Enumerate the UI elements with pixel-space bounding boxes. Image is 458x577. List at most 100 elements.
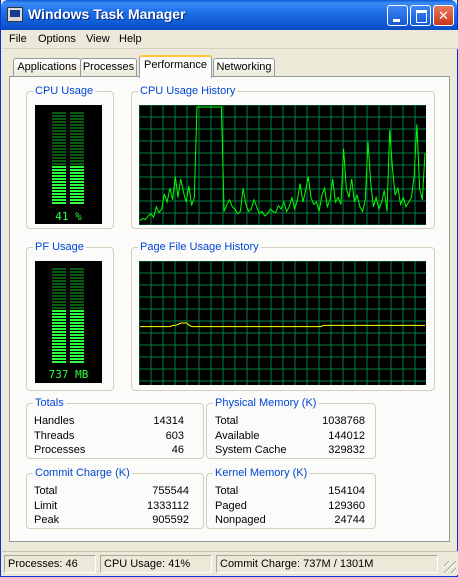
tab-performance[interactable]: Performance [139, 55, 212, 78]
pf-usage-title: PF Usage [35, 241, 84, 253]
menu-view[interactable]: View [86, 33, 110, 45]
close-button[interactable]: ✕ [433, 5, 454, 26]
meter-segment [70, 163, 84, 165]
meter-segment [52, 160, 66, 162]
pf-history-title: Page File Usage History [140, 241, 259, 253]
meter-segment [52, 166, 66, 168]
meter-segment [70, 193, 84, 195]
meter-segment [70, 313, 84, 315]
meter-segment [52, 184, 66, 186]
meter-segment [52, 346, 66, 348]
commit-total-value: 755544 [152, 485, 189, 497]
meter-segment [70, 184, 84, 186]
meter-segment [52, 343, 66, 345]
meter-segment [52, 349, 66, 351]
meter-segment [70, 181, 84, 183]
meter-segment [52, 187, 66, 189]
resize-grip[interactable] [444, 561, 456, 573]
meter-segment [52, 289, 66, 291]
cpu-usage-value: 41 % [55, 210, 82, 223]
minimize-button[interactable] [387, 5, 408, 26]
meter-segment [70, 295, 84, 297]
status-bar: Processes: 46 CPU Usage: 41% Commit Char… [2, 551, 458, 575]
totals-threads-label: Threads [34, 430, 75, 442]
tab-applications[interactable]: Applications [13, 58, 81, 77]
meter-segment [52, 193, 66, 195]
tab-networking[interactable]: Networking [213, 58, 275, 77]
meter-segment [70, 169, 84, 171]
commit-charge-title: Commit Charge (K) [35, 467, 130, 479]
meter-segment [70, 121, 84, 123]
performance-panel: CPU Usage 41 % CPU Usage History PF Usag… [9, 76, 450, 542]
meter-segment [70, 283, 84, 285]
meter-segment [70, 145, 84, 147]
meter-segment [52, 355, 66, 357]
maximize-button[interactable] [410, 5, 431, 26]
meter-segment [52, 301, 66, 303]
meter-segment [52, 142, 66, 144]
meter-segment [70, 115, 84, 117]
totals-handles-value: 14314 [153, 415, 184, 427]
meter-segment [70, 352, 84, 354]
meter-segment [70, 175, 84, 177]
cpu-history-title: CPU Usage History [140, 85, 236, 97]
meter-segment [70, 301, 84, 303]
totals-title: Totals [35, 397, 64, 409]
menu-options[interactable]: Options [38, 33, 76, 45]
meter-segment [70, 130, 84, 132]
meter-segment [70, 268, 84, 270]
menu-bar: File Options View Help [2, 30, 458, 49]
meter-segment [70, 355, 84, 357]
totals-processes-label: Processes [34, 444, 86, 456]
pf-usage-value: 737 MB [48, 368, 89, 381]
meter-segment [70, 112, 84, 114]
meter-segment [52, 331, 66, 333]
meter-segment [52, 145, 66, 147]
title-bar[interactable]: Windows Task Manager ✕ [1, 0, 457, 30]
meter-segment [70, 292, 84, 294]
meter-segment [52, 136, 66, 138]
meter-segment [52, 118, 66, 120]
meter-segment [52, 268, 66, 270]
meter-segment [70, 289, 84, 291]
meter-segment [52, 337, 66, 339]
meter-segment [70, 334, 84, 336]
menu-file[interactable]: File [9, 33, 27, 45]
meter-segment [70, 127, 84, 129]
meter-segment [52, 277, 66, 279]
meter-segment [52, 154, 66, 156]
meter-segment [52, 286, 66, 288]
physical-cache-label: System Cache [215, 444, 287, 456]
meter-segment [52, 169, 66, 171]
kernel-total-label: Total [215, 485, 239, 497]
meter-segment [52, 133, 66, 135]
status-commit-charge: Commit Charge: 737M / 1301M [216, 555, 438, 573]
meter-segment [52, 307, 66, 309]
meter-segment [52, 130, 66, 132]
meter-segment [70, 118, 84, 120]
meter-segment [70, 346, 84, 348]
meter-segment [70, 277, 84, 279]
meter-segment [70, 298, 84, 300]
meter-segment [52, 178, 66, 180]
meter-segment [52, 148, 66, 150]
meter-segment [52, 295, 66, 297]
physical-total-value: 1038768 [322, 415, 365, 427]
meter-segment [70, 178, 84, 180]
meter-segment [70, 310, 84, 312]
meter-segment [52, 190, 66, 192]
meter-segment [70, 271, 84, 273]
totals-threads-value: 603 [165, 430, 184, 442]
meter-segment [70, 280, 84, 282]
meter-segment [52, 319, 66, 321]
meter-segment [52, 352, 66, 354]
meter-segment [70, 304, 84, 306]
meter-segment [70, 349, 84, 351]
window-title: Windows Task Manager [28, 6, 186, 22]
tab-processes[interactable]: Processes [80, 58, 137, 77]
meter-segment [52, 328, 66, 330]
meter-segment [70, 286, 84, 288]
meter-segment [70, 190, 84, 192]
menu-help[interactable]: Help [119, 33, 142, 45]
totals-processes-value: 46 [171, 444, 184, 456]
